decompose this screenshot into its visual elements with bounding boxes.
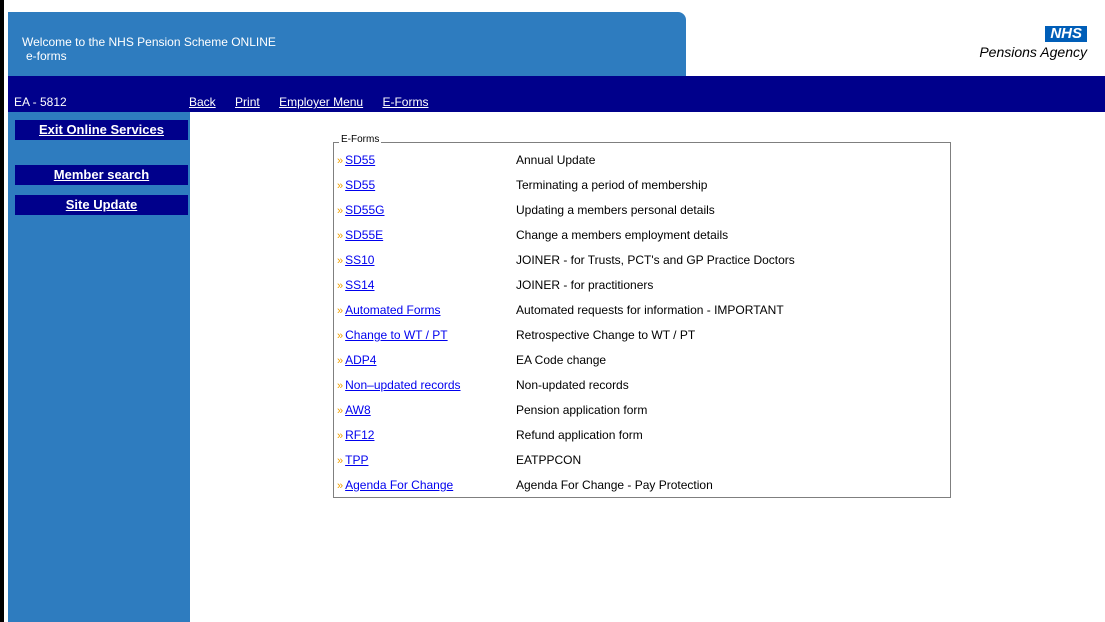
eform-row: » Automated Forms Automated requests for i…: [337, 301, 784, 326]
welcome-line-1: Welcome to the NHS Pension Scheme ONLINE: [22, 35, 276, 49]
eform-row: » ADP4 EA Code change: [337, 351, 606, 376]
eform-description: Agenda For Change - Pay Protection: [516, 478, 713, 492]
eform-link[interactable]: Automated Forms: [345, 303, 440, 317]
eforms-legend: E-Forms: [339, 134, 382, 145]
eform-link[interactable]: Change to WT / PT: [345, 328, 448, 342]
eform-row: » Agenda For Change Agenda For Change - Pa…: [337, 476, 713, 501]
welcome-line-2: e-forms: [26, 49, 67, 63]
double-chevron-right-icon: »: [337, 305, 344, 317]
double-chevron-right-icon: »: [337, 155, 344, 167]
eform-description: Change a members employment details: [516, 228, 729, 242]
eform-link[interactable]: Agenda For Change: [345, 478, 453, 492]
eform-row: » SD55 Terminating a period of membership: [337, 176, 707, 201]
eform-link[interactable]: SD55: [345, 153, 375, 167]
eform-description: JOINER - for Trusts, PCT's and GP Practi…: [516, 253, 795, 267]
eform-row: » SS10 JOINER - for Trusts, PCT's and GP P…: [337, 251, 795, 276]
eform-row: » RF12 Refund application form: [337, 426, 643, 451]
eform-description: Retrospective Change to WT / PT: [516, 328, 696, 342]
eform-description: EATPPCON: [516, 453, 582, 467]
double-chevron-right-icon: »: [337, 330, 344, 342]
eform-link[interactable]: TPP: [345, 453, 368, 467]
double-chevron-right-icon: »: [337, 180, 344, 192]
double-chevron-right-icon: »: [337, 355, 344, 367]
eform-description: Pension application form: [516, 403, 648, 417]
eform-link[interactable]: SD55E: [345, 228, 383, 242]
ea-code: EA - 5812: [14, 95, 67, 109]
nav-links: Back Print Employer Menu E-Forms: [189, 95, 444, 109]
eform-description: Updating a members personal details: [516, 203, 715, 217]
top-navbar: [8, 76, 1105, 112]
eform-row: » SD55G Updating a members personal detail…: [337, 201, 715, 226]
agency-name: Pensions Agency: [979, 44, 1087, 60]
eform-description: JOINER - for practitioners: [516, 278, 654, 292]
eform-description: Terminating a period of membership: [516, 178, 708, 192]
eform-row: » SD55 Annual Update: [337, 151, 595, 176]
nav-employer-menu-link[interactable]: Employer Menu: [279, 95, 363, 109]
double-chevron-right-icon: »: [337, 230, 344, 242]
nav-print-link[interactable]: Print: [235, 95, 260, 109]
double-chevron-right-icon: »: [337, 205, 344, 217]
eform-link[interactable]: SS10: [345, 253, 374, 267]
eform-link[interactable]: RF12: [345, 428, 374, 442]
sidebar: [8, 112, 190, 622]
eform-row: » AW8 Pension application form: [337, 401, 647, 426]
double-chevron-right-icon: »: [337, 380, 344, 392]
eform-link[interactable]: SD55G: [345, 203, 384, 217]
double-chevron-right-icon: »: [337, 280, 344, 292]
nhs-logo: NHS Pensions Agency: [979, 26, 1087, 60]
double-chevron-right-icon: »: [337, 480, 344, 492]
eform-description: Non-updated records: [516, 378, 629, 392]
eform-description: Annual Update: [516, 153, 596, 167]
exit-online-services-button[interactable]: Exit Online Services: [15, 120, 188, 140]
double-chevron-right-icon: »: [337, 455, 344, 467]
double-chevron-right-icon: »: [337, 405, 344, 417]
eforms-list: » SD55 Annual Update» SD55 Terminating a per…: [337, 151, 795, 501]
eform-row: » SD55E Change a members employment detail…: [337, 226, 728, 251]
member-search-button[interactable]: Member search: [15, 165, 188, 185]
double-chevron-right-icon: »: [337, 430, 344, 442]
eform-row: » Change to WT / PT Retrospective Change t…: [337, 326, 695, 351]
nav-back-link[interactable]: Back: [189, 95, 216, 109]
eform-link[interactable]: Non–updated records: [345, 378, 460, 392]
eform-link[interactable]: ADP4: [345, 353, 376, 367]
nav-eforms-link[interactable]: E-Forms: [382, 95, 428, 109]
eform-description: Automated requests for information - IMP…: [516, 303, 784, 317]
eform-link[interactable]: SS14: [345, 278, 374, 292]
eform-row: » SS14 JOINER - for practitioners: [337, 276, 653, 301]
eform-description: Refund application form: [516, 428, 643, 442]
eform-link[interactable]: SD55: [345, 178, 375, 192]
nhs-logo-mark: NHS: [1045, 26, 1087, 42]
welcome-text: Welcome to the NHS Pension Scheme ONLINE…: [22, 35, 276, 63]
eform-link[interactable]: AW8: [345, 403, 371, 417]
eform-row: » Non–updated records Non-updated records: [337, 376, 629, 401]
double-chevron-right-icon: »: [337, 255, 344, 267]
site-update-button[interactable]: Site Update: [15, 195, 188, 215]
window-left-border: [0, 0, 4, 622]
eform-row: » TPP EATPPCON: [337, 451, 581, 476]
eform-description: EA Code change: [516, 353, 607, 367]
